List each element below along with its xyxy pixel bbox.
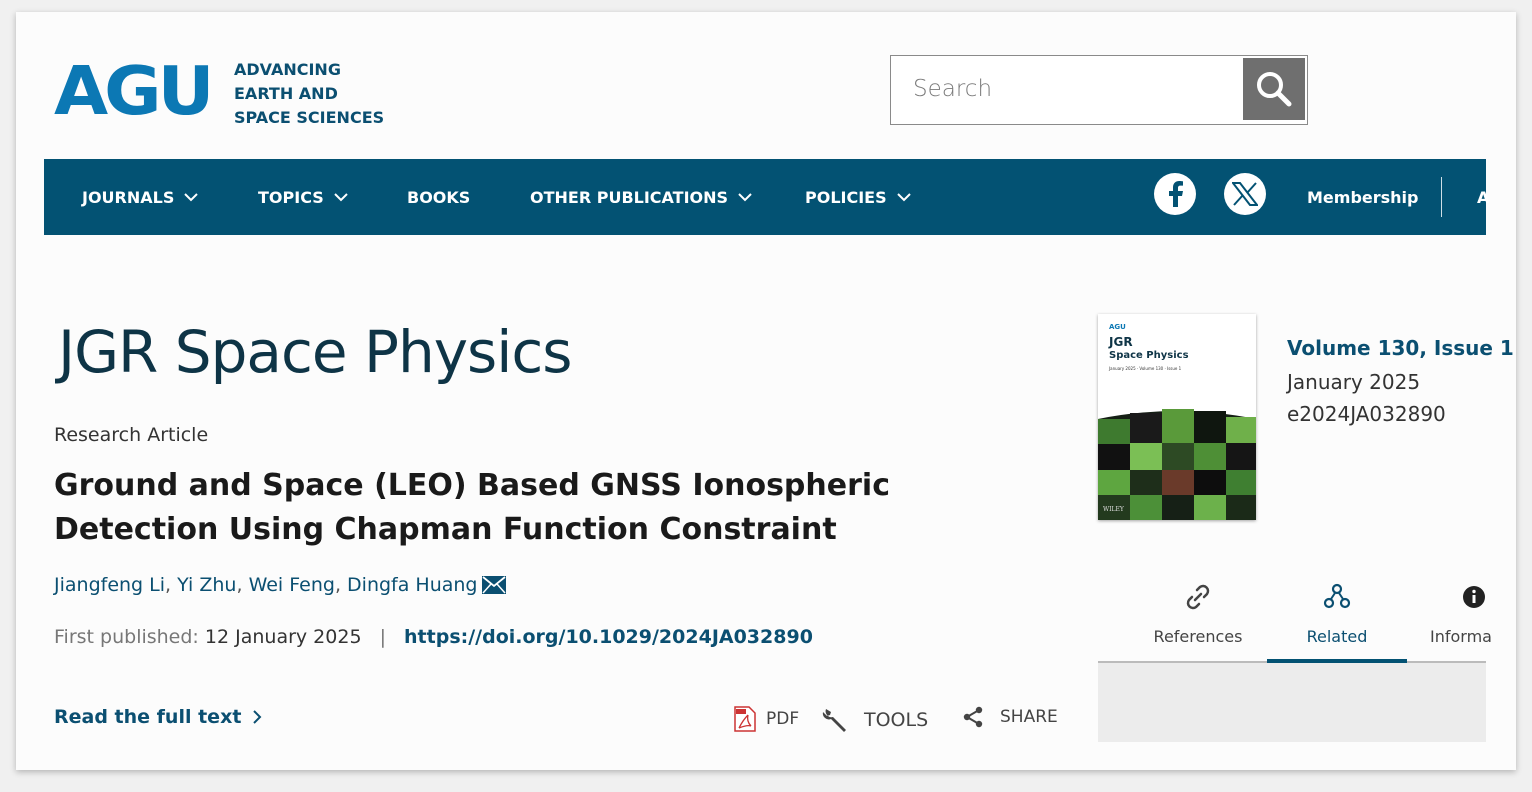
doi-link[interactable]: https://doi.org/10.1029/2024JA032890 (404, 626, 813, 648)
nav-item-policies[interactable]: POLICIES (805, 159, 911, 235)
search-button[interactable] (1243, 58, 1305, 120)
nav-label: BOOKS (407, 187, 471, 207)
article-tabs: References Related Informa (1098, 577, 1492, 663)
chevron-down-icon (184, 192, 199, 201)
cover-jgr-title: JGR (1109, 335, 1133, 349)
main-nav: JOURNALS TOPICS BOOKS OTHER PUBLICATIONS… (44, 159, 1489, 235)
first-published-label: First published: (54, 626, 199, 648)
cover-artwork (1098, 409, 1256, 520)
author-link[interactable]: Dingfa Huang (347, 574, 477, 596)
journal-cover[interactable]: AGU JGR Space Physics January 2025 · Vol… (1098, 314, 1256, 520)
tools-button[interactable]: TOOLS (822, 706, 928, 734)
chevron-down-icon (738, 192, 752, 201)
facebook-link[interactable] (1154, 173, 1196, 215)
article-title: Ground and Space (LEO) Based GNSS Ionosp… (54, 468, 890, 547)
pdf-label: PDF (766, 709, 800, 729)
tab-references[interactable]: References (1140, 577, 1256, 659)
tab-label: Related (1306, 627, 1368, 646)
facebook-icon (1169, 181, 1183, 207)
agu-logo-mark: AGU (54, 52, 214, 130)
separator: | (379, 626, 386, 648)
cover-subtitle: Space Physics (1109, 350, 1189, 361)
chevron-right-icon (253, 710, 262, 724)
link-icon (1186, 584, 1210, 610)
email-icon[interactable] (481, 576, 506, 594)
agu-tagline: ADVANCING EARTH AND SPACE SCIENCES (234, 58, 394, 130)
tab-label: References (1153, 627, 1243, 646)
info-icon (1463, 586, 1485, 608)
tab-label: Informa (1430, 627, 1492, 646)
issue-date: January 2025 (1287, 370, 1421, 394)
nav-label: Membership (1307, 187, 1419, 207)
article-type: Research Article (54, 424, 209, 446)
pdf-icon (734, 706, 756, 732)
x-link[interactable] (1224, 173, 1266, 215)
tab-information[interactable]: Informa (1430, 577, 1500, 659)
chevron-down-icon (896, 192, 911, 201)
cover-date: January 2025 · Volume 130 · Issue 1 (1109, 366, 1182, 371)
publication-line: First published: 12 January 2025 | https… (54, 626, 813, 648)
nav-divider (1441, 177, 1442, 217)
wrench-icon (822, 709, 846, 732)
tab-panel (1098, 663, 1486, 742)
share-button[interactable]: SHARE (962, 706, 1058, 728)
nav-item-books[interactable]: BOOKS (407, 159, 470, 235)
pdf-button[interactable]: PDF (734, 706, 799, 732)
search-box (890, 55, 1308, 125)
author-link[interactable]: Wei Feng (249, 574, 335, 596)
share-icon (963, 706, 983, 728)
journal-title[interactable]: JGR Space Physics (58, 318, 572, 386)
chevron-down-icon (334, 192, 348, 201)
share-label: SHARE (1000, 707, 1058, 727)
search-icon (1257, 72, 1292, 107)
nav-item-cut[interactable]: A (1477, 159, 1489, 235)
nav-label: POLICIES (805, 187, 887, 207)
issue-volume-link[interactable]: Volume 130, Issue 1 (1287, 336, 1514, 360)
article-id: e2024JA032890 (1287, 402, 1446, 426)
tab-related[interactable]: Related (1280, 577, 1394, 659)
tagline-line-1: ADVANCING (234, 60, 341, 79)
author-link[interactable]: Jiangfeng Li (54, 574, 165, 596)
tagline-line-2: EARTH AND (234, 84, 338, 103)
tagline-line-3: SPACE SCIENCES (234, 108, 385, 127)
nav-label: A (1477, 187, 1490, 207)
tools-label: TOOLS (864, 709, 929, 731)
related-nodes-icon (1323, 583, 1351, 609)
cover-agu-logo: AGU (1109, 323, 1126, 331)
nav-item-other-publications[interactable]: OTHER PUBLICATIONS (530, 159, 752, 235)
page-card: AGU ADVANCING EARTH AND SPACE SCIENCES J… (16, 12, 1516, 770)
nav-item-membership[interactable]: Membership (1307, 159, 1419, 235)
nav-label: TOPICS (258, 187, 324, 207)
cover-publisher: WILEY (1103, 506, 1124, 513)
nav-label: OTHER PUBLICATIONS (530, 187, 729, 207)
nav-item-topics[interactable]: TOPICS (258, 159, 348, 235)
read-full-text-link[interactable]: Read the full text (54, 706, 263, 728)
first-published-date: 12 January 2025 (204, 626, 362, 648)
x-icon (1232, 182, 1258, 206)
author-link[interactable]: Yi Zhu (177, 574, 236, 596)
nav-label: JOURNALS (82, 187, 175, 207)
nav-item-journals[interactable]: JOURNALS (82, 159, 199, 235)
author-list: Jiangfeng Li, Yi Zhu, Wei Feng, Dingfa H… (54, 574, 506, 596)
search-input[interactable] (891, 56, 1243, 122)
read-full-text-label: Read the full text (54, 706, 242, 728)
